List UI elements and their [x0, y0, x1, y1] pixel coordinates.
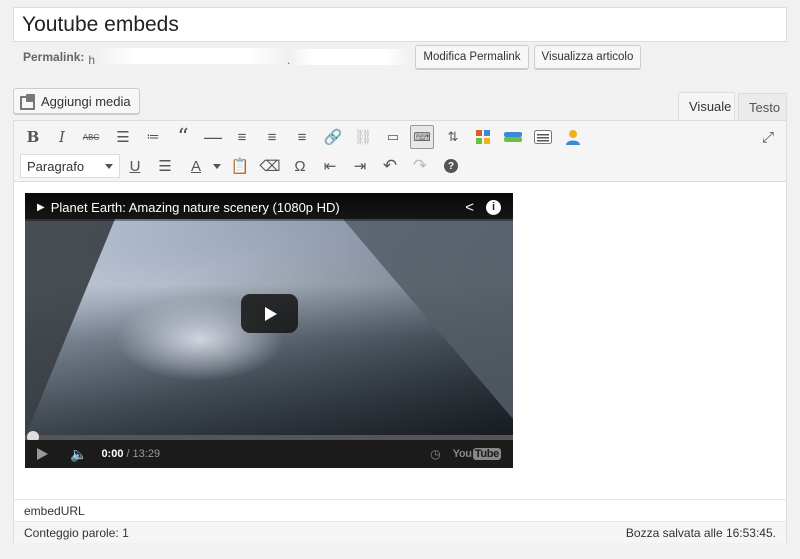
text-color-icon[interactable]: A	[184, 154, 208, 178]
align-center-icon[interactable]: ≡	[260, 125, 284, 149]
word-count: Conteggio parole: 1	[24, 526, 129, 540]
tab-visual[interactable]: Visuale	[678, 92, 735, 120]
add-media-label: Aggiungi media	[41, 93, 131, 109]
align-right-icon[interactable]: ≡	[290, 125, 314, 149]
current-time: 0:00	[101, 448, 124, 460]
video-title-bar: ▶ Planet Earth: Amazing nature scenery (…	[25, 193, 513, 221]
toolbar-toggle-icon[interactable]: ⌨	[410, 125, 434, 149]
help-icon[interactable]: ?	[439, 154, 463, 178]
bullet-list-icon[interactable]: ☰	[111, 125, 135, 149]
edit-permalink-button[interactable]: Modifica Permalink	[415, 45, 529, 69]
editor-toolbar: B I ABC ☰ ≔ “ — ≡ ≡ ≡ 🔗 ⛓ ▭ ⌨ ⇅ ⤢ Paragr…	[14, 121, 786, 182]
undo-icon[interactable]: ↶	[378, 154, 402, 178]
play-small-icon: ▶	[37, 201, 45, 213]
watch-later-icon[interactable]: ◷	[430, 447, 440, 461]
bold-icon[interactable]: B	[21, 125, 45, 149]
indent-icon[interactable]: ⇥	[348, 154, 372, 178]
share-icon[interactable]: <	[465, 199, 474, 216]
plugin-user-icon[interactable]	[561, 125, 585, 149]
time-separator: /	[126, 448, 130, 460]
text-color-dropdown-icon[interactable]	[213, 164, 221, 169]
video-controls: 🔈 0:00 / 13:29 ◷ You Tube	[25, 440, 513, 468]
permalink-row: Permalink: h. Modifica Permalink Visuali…	[23, 45, 642, 69]
info-icon[interactable]: i	[486, 199, 501, 215]
read-more-icon[interactable]: ▭	[381, 125, 405, 149]
insert-link-icon[interactable]: 🔗	[321, 125, 345, 149]
remove-link-icon[interactable]: ⛓	[351, 125, 375, 149]
align-left-icon[interactable]: ≡	[230, 125, 254, 149]
chevron-down-icon	[105, 163, 113, 169]
duration: 13:29	[132, 448, 161, 460]
toolbar-row-1: B I ABC ☰ ≔ “ — ≡ ≡ ≡ 🔗 ⛓ ▭ ⌨ ⇅ ⤢	[14, 123, 786, 151]
mountain-right-shape	[343, 219, 513, 419]
editor-content[interactable]: ▶ Planet Earth: Amazing nature scenery (…	[14, 183, 786, 499]
control-play-icon[interactable]	[37, 448, 48, 460]
view-post-button[interactable]: Visualizza articolo	[533, 45, 642, 69]
youtube-embed[interactable]: ▶ Planet Earth: Amazing nature scenery (…	[25, 193, 513, 468]
video-title[interactable]: Planet Earth: Amazing nature scenery (10…	[51, 200, 466, 215]
format-select[interactable]: Paragrafo	[20, 154, 120, 178]
upload-icon[interactable]: ⇅	[441, 125, 465, 149]
justify-icon[interactable]: ☰	[153, 154, 177, 178]
redo-icon[interactable]: ↷	[408, 154, 432, 178]
tab-text[interactable]: Testo	[738, 93, 787, 120]
editor: B I ABC ☰ ≔ “ — ≡ ≡ ≡ 🔗 ⛓ ▭ ⌨ ⇅ ⤢ Paragr…	[13, 120, 787, 543]
play-button[interactable]	[241, 294, 298, 333]
italic-icon[interactable]: I	[50, 125, 74, 149]
draft-saved-status: Bozza salvata alle 16:53:45.	[625, 526, 776, 540]
blockquote-icon[interactable]: “	[171, 125, 195, 150]
plugin-bar-icon[interactable]	[501, 125, 525, 149]
volume-icon[interactable]: 🔈	[70, 446, 87, 463]
clear-formatting-icon[interactable]: ⌫	[258, 154, 282, 178]
plugin-list-icon[interactable]	[531, 125, 555, 149]
outdent-icon[interactable]: ⇤	[318, 154, 342, 178]
toolbar-row-2: Paragrafo U ☰ A 📋 ⌫ Ω ⇤ ⇥ ↶ ↷ ?	[14, 152, 786, 180]
media-icon	[20, 94, 36, 110]
status-bar: Conteggio parole: 1 Bozza salvata alle 1…	[14, 521, 786, 543]
underline-icon[interactable]: U	[123, 154, 147, 178]
plugin-grid-icon[interactable]	[471, 125, 495, 149]
add-media-button[interactable]: Aggiungi media	[13, 88, 140, 114]
play-icon	[265, 306, 277, 321]
permalink-url[interactable]: h.	[88, 47, 290, 67]
youtube-logo[interactable]: You Tube	[453, 448, 501, 460]
paste-text-icon[interactable]: 📋	[228, 154, 252, 178]
strikethrough-icon[interactable]: ABC	[79, 125, 103, 149]
element-path[interactable]: embedURL	[14, 499, 786, 521]
mountain-left-shape	[25, 219, 115, 437]
permalink-label: Permalink:	[23, 50, 85, 64]
horizontal-rule-icon[interactable]: —	[201, 125, 225, 149]
post-title-input[interactable]: Youtube embeds	[13, 7, 787, 42]
numbered-list-icon[interactable]: ≔	[141, 125, 165, 149]
fullscreen-icon[interactable]: ⤢	[756, 125, 780, 149]
special-character-icon[interactable]: Ω	[288, 154, 312, 178]
